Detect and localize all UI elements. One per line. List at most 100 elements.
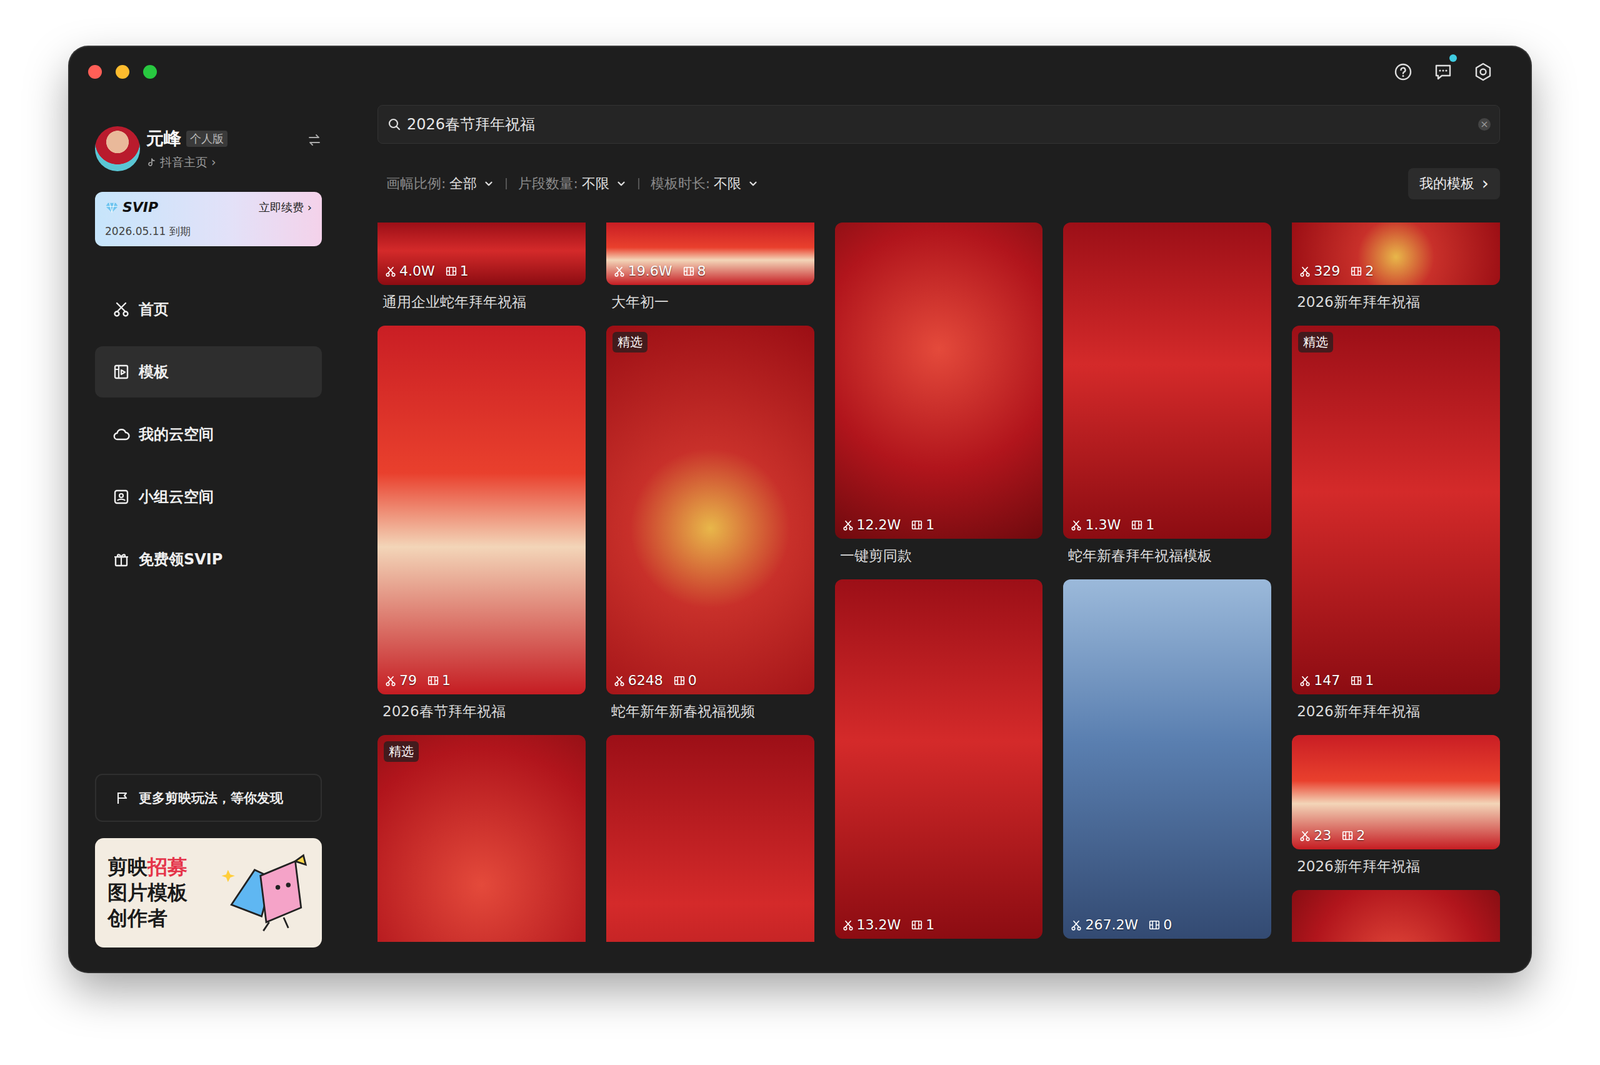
search-field[interactable]: 2026春节拜年祝福 × — [377, 105, 1500, 144]
featured-badge: 精选 — [1298, 331, 1334, 353]
sidebar: 元峰个人版抖音主页 › SVIP立即续费 ›2026.05.11 到期首页模板我的… — [69, 96, 348, 972]
scissors-icon — [385, 675, 397, 687]
template-title: 大年初一 — [606, 285, 815, 326]
banner-line: 剪映招募 — [107, 855, 188, 879]
template-preview[interactable] — [1291, 890, 1500, 942]
app-body: 元峰个人版抖音主页 ›SVIP立即续费 ›2026.05.11 到期首页模板我的… — [69, 96, 1531, 972]
banner-line: 创作者 — [107, 906, 188, 930]
minimize-button[interactable] — [115, 65, 130, 79]
banner-line: 图片模板 — [107, 881, 188, 905]
template-card[interactable]: 32922026新年拜年祝福 — [1291, 222, 1500, 326]
template-preview[interactable]: 4.0W1 — [377, 222, 586, 285]
svip-card[interactable]: SVIP立即续费 ›2026.05.11 到期 — [95, 191, 322, 247]
template-title: 2026新年拜年祝福 — [1291, 285, 1500, 326]
user-name: 元峰 — [146, 126, 182, 151]
template-card[interactable]: 4.0W1通用企业蛇年拜年祝福 — [377, 222, 586, 326]
cloud-icon — [112, 425, 130, 444]
template-card[interactable]: 1.3W1蛇年新春拜年祝福模板 — [1063, 222, 1272, 580]
close-button[interactable] — [88, 65, 102, 79]
template-card[interactable] — [1291, 890, 1500, 942]
template-card[interactable]: 7912026春节拜年祝福 — [377, 325, 586, 735]
template-stats: 62480 — [613, 672, 697, 689]
sidebar-item[interactable]: 免费领SVIP — [95, 533, 322, 585]
douyin-link[interactable]: 抖音主页 › — [146, 154, 301, 171]
creator-banner[interactable]: 剪映招募图片模板创作者 — [95, 838, 322, 948]
capcut-icon — [112, 300, 130, 319]
clips-icon — [673, 675, 685, 687]
filter-separator — [638, 178, 640, 190]
clips-icon — [683, 265, 695, 277]
my-templates-button[interactable]: 我的模板› — [1408, 168, 1500, 200]
template-card[interactable]: 精选62480蛇年新年新春祝福视频 — [606, 325, 815, 735]
template-card[interactable]: 精选14712026新年拜年祝福 — [1291, 325, 1500, 735]
switch-account-icon[interactable] — [306, 132, 322, 148]
template-stats: 12.2W1 — [842, 516, 935, 533]
help-icon[interactable] — [1393, 61, 1414, 82]
sidebar-item[interactable]: 首页 — [95, 283, 322, 335]
template-preview[interactable]: 3292 — [1291, 222, 1500, 285]
filter-separator — [505, 178, 507, 190]
scissors-icon — [1299, 830, 1311, 842]
messages[interactable] — [1433, 61, 1454, 82]
search-value: 2026春节拜年祝福 — [406, 114, 1474, 135]
sidebar-item[interactable]: 模板 — [95, 346, 322, 398]
template-preview[interactable]: 791 — [377, 325, 586, 695]
template-title: 2026春节拜年祝福 — [377, 694, 586, 735]
template-preview[interactable]: 13.2W1 — [835, 579, 1044, 939]
template-card[interactable]: 267.2W0 — [1063, 579, 1272, 939]
template-card[interactable]: 2322026新年拜年祝福 — [1291, 735, 1500, 890]
scissors-icon — [1070, 919, 1082, 931]
grid-column: 32922026新年拜年祝福精选14712026新年拜年祝福2322026新年拜… — [1291, 222, 1500, 942]
template-card[interactable]: 精选 — [377, 735, 586, 942]
diamond-icon — [105, 201, 119, 214]
grid-column: 12.2W1 一键剪同款 13.2W1 — [835, 222, 1044, 942]
scissors-icon — [613, 265, 625, 277]
template-grid: 4.0W1通用企业蛇年拜年祝福7912026春节拜年祝福精选19.6W8大年初一… — [377, 222, 1500, 942]
sidebar-nav: 首页模板我的云空间小组云空间免费领SVIP — [95, 283, 322, 585]
header-tools — [1393, 61, 1494, 82]
filter-dropdown[interactable]: 片段数量:不限 — [518, 174, 627, 194]
template-title: 一键剪同款 — [835, 538, 1044, 580]
template-card[interactable]: 12.2W1 一键剪同款 — [835, 222, 1044, 580]
template-preview[interactable]: 232 — [1291, 735, 1500, 850]
discover-more[interactable]: 更多剪映玩法，等你发现 — [95, 773, 322, 822]
template-title: 蛇年新年新春祝福视频 — [606, 694, 815, 735]
clear-search-button[interactable]: × — [1478, 118, 1491, 131]
template-card[interactable]: 19.6W8 大年初一 — [606, 222, 815, 326]
template-preview[interactable]: 精选62480 — [606, 325, 815, 695]
template-stats: 13.2W1 — [842, 916, 935, 933]
message-icon[interactable] — [1433, 61, 1454, 82]
template-preview[interactable]: 19.6W8 — [606, 222, 815, 285]
clips-icon — [427, 675, 439, 687]
template-card[interactable]: 13.2W1 — [835, 579, 1044, 939]
scissors-icon — [613, 675, 625, 687]
template-preview[interactable]: 12.2W1 — [835, 222, 1044, 539]
template-icon — [112, 363, 130, 381]
title-bar — [69, 46, 1531, 97]
avatar[interactable] — [95, 126, 140, 172]
grid-column: 1.3W1蛇年新春拜年祝福模板 267.2W0 — [1063, 222, 1272, 942]
maximize-button[interactable] — [143, 65, 157, 79]
template-stats: 19.6W8 — [613, 263, 707, 279]
template-page: 2026春节拜年祝福 × 画幅比例:全部 片段数量:不限 模板时长:不限 我的模板› 4.0… — [347, 96, 1531, 972]
scissors-icon — [1299, 675, 1311, 687]
template-stats: 267.2W0 — [1070, 916, 1172, 933]
sidebar-item[interactable]: 小组云空间 — [95, 471, 322, 523]
template-stats: 232 — [1299, 827, 1365, 844]
template-card[interactable] — [606, 735, 815, 942]
template-preview[interactable] — [606, 735, 815, 942]
plan-badge: 个人版 — [186, 130, 228, 147]
template-preview[interactable]: 精选1471 — [1291, 325, 1500, 695]
filter-dropdown[interactable]: 画幅比例:全部 — [386, 174, 495, 194]
scissors-icon — [1299, 265, 1311, 277]
filter-dropdown[interactable]: 模板时长:不限 — [650, 174, 759, 194]
settings-icon[interactable] — [1473, 61, 1494, 82]
template-preview[interactable]: 精选 — [377, 735, 586, 942]
template-preview[interactable]: 267.2W0 — [1063, 579, 1272, 939]
renew-button[interactable]: 立即续费 › — [258, 200, 312, 215]
group-cloud-icon — [112, 488, 130, 506]
template-preview[interactable]: 1.3W1 — [1063, 222, 1272, 539]
clips-icon — [445, 265, 457, 277]
sidebar-item[interactable]: 我的云空间 — [95, 408, 322, 460]
user-profile: 元峰个人版抖音主页 › — [95, 126, 322, 172]
